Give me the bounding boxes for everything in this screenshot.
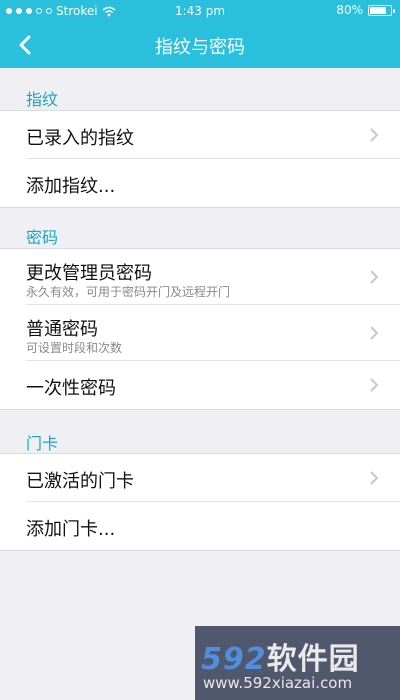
watermark-url: www.592xiazai.com [203, 674, 353, 692]
chevron-right-icon [370, 471, 379, 485]
watermark-logo: 592软件园 [201, 634, 360, 678]
list-item-title: 添加门卡... [26, 519, 116, 540]
password-group: 更改管理员密码 永久有效，可用于密码开门及远程开门 普通密码 可设置时段和次数 … [0, 248, 400, 410]
battery-status: 80% [336, 3, 395, 17]
chevron-right-icon [370, 128, 379, 142]
chevron-right-icon [370, 326, 379, 340]
page-title: 指纹与密码 [155, 37, 245, 58]
watermark-logo-text: 软件园 [266, 642, 360, 677]
list-item-title: 一次性密码 [26, 378, 116, 399]
watermark: 592软件园 www.592xiazai.com [195, 626, 400, 700]
battery-fill [370, 6, 386, 14]
list-item-enrolled-fingerprints[interactable]: 已录入的指纹 [26, 111, 400, 159]
list-item-normal-password[interactable]: 普通密码 可设置时段和次数 [26, 305, 400, 361]
list-item-title: 普通密码 [26, 319, 98, 340]
list-item-title: 更改管理员密码 [26, 263, 152, 284]
door-card-group: 已激活的门卡 添加门卡... [0, 453, 400, 551]
list-item-change-admin-password[interactable]: 更改管理员密码 永久有效，可用于密码开门及远程开门 [26, 249, 400, 305]
status-bar: Strokei 1:43 pm 80% [0, 0, 400, 22]
section-header-fingerprint: 指纹 [26, 90, 59, 109]
battery-icon [368, 4, 395, 16]
section-header-door-card: 门卡 [26, 434, 59, 453]
chevron-right-icon [370, 378, 379, 392]
fingerprint-group: 已录入的指纹 添加指纹... [0, 110, 400, 208]
list-item-add-fingerprint[interactable]: 添加指纹... [26, 159, 400, 207]
list-item-subtitle: 可设置时段和次数 [26, 341, 123, 355]
list-item-title: 已录入的指纹 [26, 128, 134, 149]
list-item-title: 添加指纹... [26, 176, 116, 197]
list-item-subtitle: 永久有效，可用于密码开门及远程开门 [26, 285, 231, 299]
watermark-logo-number: 592 [201, 642, 267, 677]
app-header: Strokei 1:43 pm 80% 指纹与密码 [0, 0, 400, 68]
list-item-one-time-password[interactable]: 一次性密码 [26, 361, 400, 409]
list-item-title: 已激活的门卡 [26, 471, 134, 492]
list-item-activated-cards[interactable]: 已激活的门卡 [26, 454, 400, 502]
nav-bar: 指纹与密码 [0, 22, 400, 68]
battery-percent: 80% [336, 3, 363, 17]
section-header-password: 密码 [26, 228, 59, 247]
chevron-right-icon [370, 270, 379, 284]
list-item-add-card[interactable]: 添加门卡... [26, 502, 400, 550]
